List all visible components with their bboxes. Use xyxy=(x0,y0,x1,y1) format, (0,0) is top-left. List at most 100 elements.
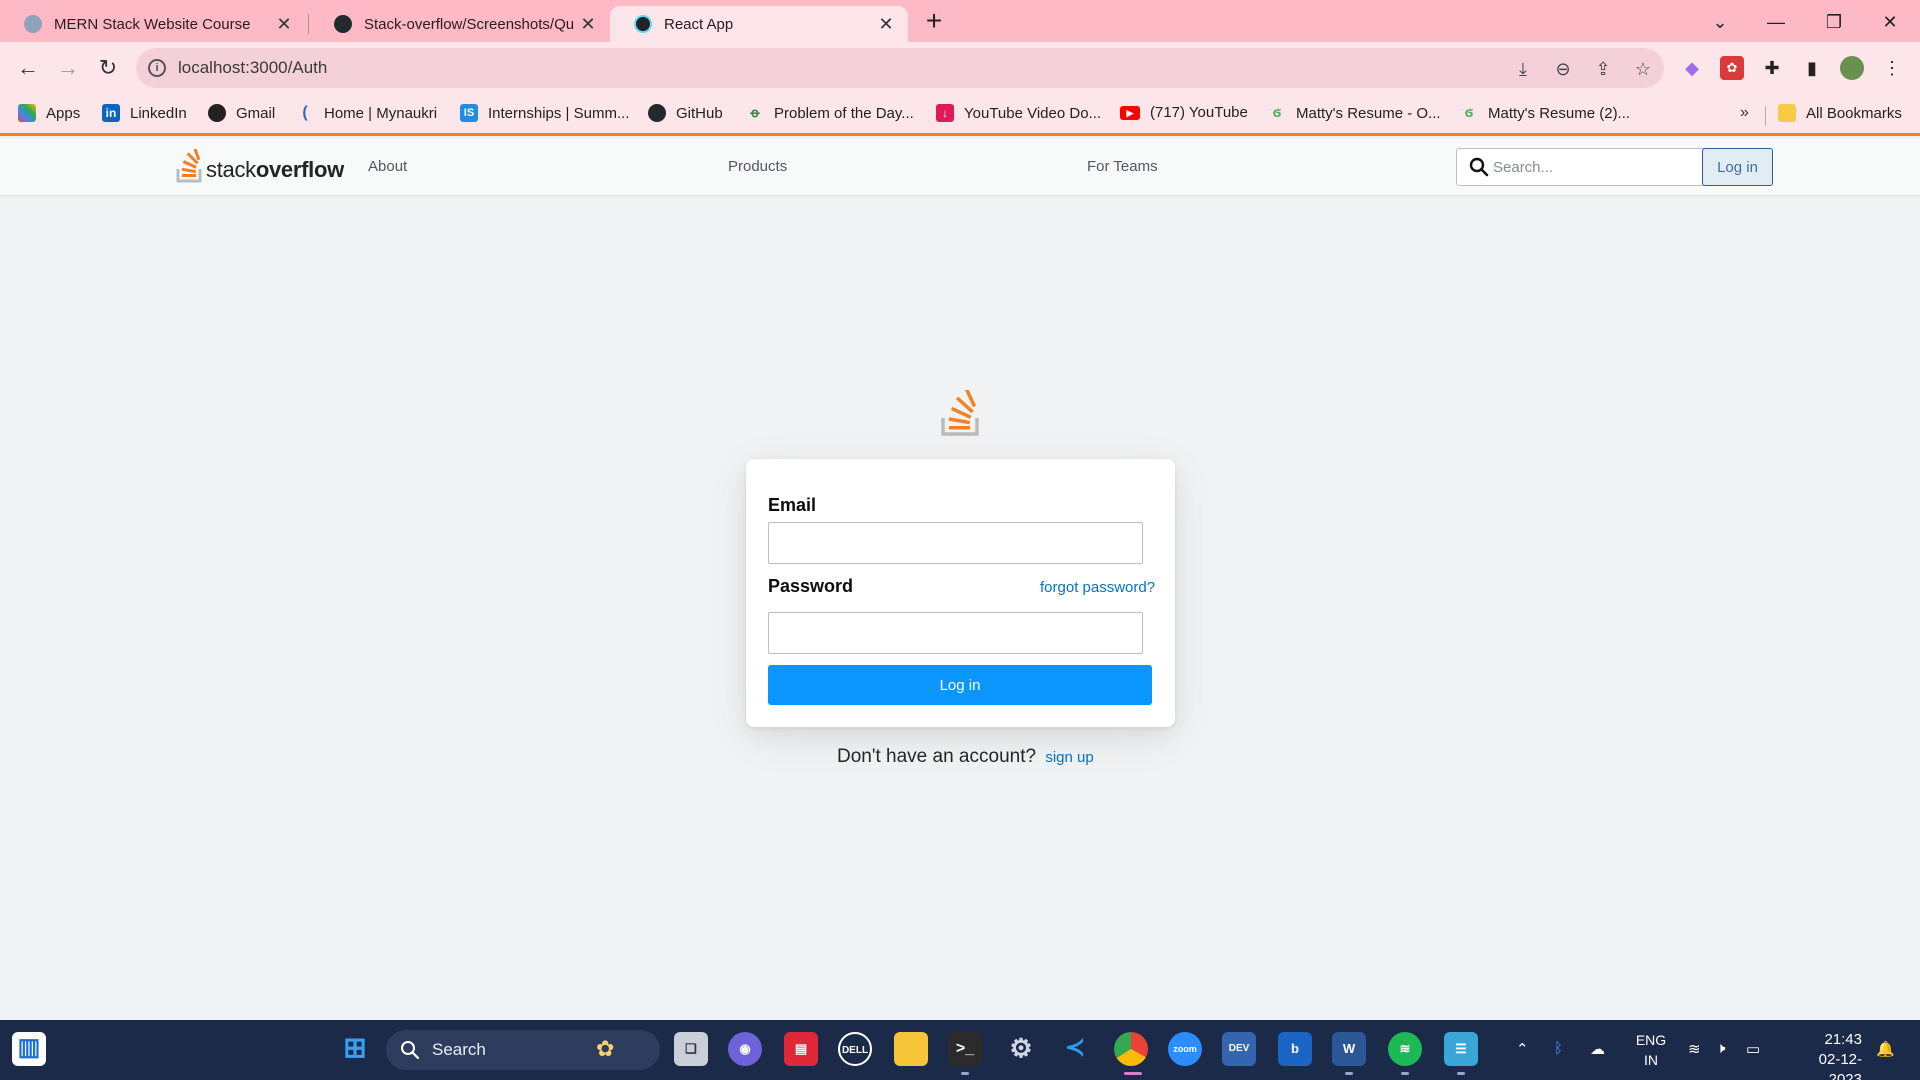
site-info-icon[interactable]: i xyxy=(148,59,166,77)
menu-kebab-icon[interactable]: ⋮ xyxy=(1880,56,1904,80)
forgot-password-link[interactable]: forgot password? xyxy=(1040,579,1155,596)
share-icon[interactable]: ⇪ xyxy=(1592,58,1614,80)
close-tab-icon[interactable]: ✕ xyxy=(274,14,294,35)
restore-icon[interactable]: ❐ xyxy=(1806,6,1862,38)
bookmark-internships[interactable]: IS Internships | Summ... xyxy=(460,104,629,122)
back-icon[interactable]: ← xyxy=(14,54,42,82)
show-hidden-icons-chevron[interactable]: ⌃ xyxy=(1516,1040,1529,1058)
new-tab-icon[interactable]: + xyxy=(918,6,950,38)
running-indicator xyxy=(961,1072,969,1075)
dell-icon[interactable]: DELL xyxy=(838,1032,872,1066)
folder-icon xyxy=(1778,104,1796,122)
reload-icon[interactable]: ↻ xyxy=(94,54,122,82)
address-url[interactable]: localhost:3000/Auth xyxy=(178,58,327,78)
bookmark-apps[interactable]: Apps xyxy=(18,104,80,122)
search-input[interactable] xyxy=(1493,155,1693,179)
spotify-icon[interactable]: ≋ xyxy=(1388,1032,1422,1066)
password-field[interactable] xyxy=(768,612,1143,654)
vscode-icon[interactable]: ≺ xyxy=(1058,1032,1092,1066)
widgets-icon[interactable]: ▥ xyxy=(12,1032,46,1066)
bookmark-mynaukri[interactable]: ( Home | Mynaukri xyxy=(296,104,437,122)
windows-start-icon[interactable]: ⊞ xyxy=(338,1032,372,1066)
youtube-icon: ▶ xyxy=(1120,105,1140,120)
bookmarks-divider xyxy=(1765,106,1766,126)
bookmark-youtube[interactable]: ▶ (717) YouTube xyxy=(1120,104,1248,121)
login-submit-button[interactable]: Log in xyxy=(768,665,1152,705)
bookmark-linkedin[interactable]: in LinkedIn xyxy=(102,104,187,122)
chat-icon[interactable]: ◉ xyxy=(728,1032,762,1066)
side-panel-icon[interactable]: ▮ xyxy=(1800,56,1824,80)
bluetooth-icon[interactable]: ᛒ xyxy=(1554,1040,1563,1057)
close-window-icon[interactable]: ✕ xyxy=(1862,6,1918,38)
tab-title: React App xyxy=(664,15,734,33)
notepad-icon[interactable]: ☰ xyxy=(1444,1032,1478,1066)
bookmark-label: Problem of the Day... xyxy=(774,104,914,122)
all-bookmarks[interactable]: All Bookmarks xyxy=(1778,104,1902,122)
minimize-icon[interactable]: — xyxy=(1748,6,1804,38)
no-account-text: Don't have an account? xyxy=(837,746,1037,767)
search-icon xyxy=(1469,157,1489,177)
close-tab-icon[interactable]: ✕ xyxy=(578,14,598,35)
close-tab-icon[interactable]: ✕ xyxy=(876,14,896,35)
stackoverflow-logo[interactable]: stackoverflow xyxy=(176,149,344,183)
wifi-icon[interactable]: ≋ xyxy=(1688,1040,1701,1058)
zoom-icon[interactable]: zoom xyxy=(1168,1032,1202,1066)
linkedin-icon: in xyxy=(102,104,120,122)
dev-app-icon[interactable]: DEV xyxy=(1222,1032,1256,1066)
resume-icon: ϭ xyxy=(1272,104,1282,121)
zoom-icon[interactable]: ⊖ xyxy=(1552,58,1574,80)
bookmark-github[interactable]: GitHub xyxy=(648,104,723,122)
task-view-icon[interactable]: ❏ xyxy=(674,1032,708,1066)
extensions-puzzle-icon[interactable]: ✚ xyxy=(1760,56,1784,80)
bookmark-resume-2[interactable]: ϭ Matty's Resume (2)... xyxy=(1460,104,1630,122)
signup-link[interactable]: sign up xyxy=(1045,749,1093,766)
react-icon xyxy=(634,15,652,33)
bookmark-gmail[interactable]: Gmail xyxy=(208,104,275,122)
bookmark-youtube-downloader[interactable]: ↓ YouTube Video Do... xyxy=(936,104,1101,122)
chrome-icon[interactable] xyxy=(1114,1032,1148,1066)
bookmark-resume-1[interactable]: ϭ Matty's Resume - O... xyxy=(1268,104,1441,122)
nav-link-for-teams[interactable]: For Teams xyxy=(1087,158,1158,175)
language-indicator[interactable]: ENG IN xyxy=(1634,1030,1668,1070)
extension-purple-icon[interactable]: ◆ xyxy=(1680,56,1704,80)
system-clock[interactable]: 21:43 02-12-2023 xyxy=(1788,1030,1862,1080)
extension-red-icon[interactable]: ✿ xyxy=(1720,56,1744,80)
file-explorer-icon[interactable] xyxy=(894,1032,928,1066)
notification-bell-icon[interactable]: 🔔 xyxy=(1876,1040,1895,1058)
bookmark-label: Matty's Resume - O... xyxy=(1296,104,1441,122)
bookmark-problem-of-day[interactable]: ꝋ Problem of the Day... xyxy=(746,104,914,122)
tab-mern-course[interactable]: MERN Stack Website Course ✕ xyxy=(0,6,306,42)
news-app-icon[interactable]: ▤ xyxy=(784,1032,818,1066)
tab-github-screenshots[interactable]: Stack-overflow/Screenshots/Qu ✕ xyxy=(310,6,610,42)
running-indicator xyxy=(1457,1072,1465,1075)
mynaukri-icon: ( xyxy=(302,104,308,121)
install-app-icon[interactable]: ⤓ xyxy=(1512,58,1534,80)
forward-icon[interactable]: → xyxy=(54,54,82,82)
terminal-icon[interactable]: >_ xyxy=(948,1032,982,1066)
profile-avatar[interactable] xyxy=(1840,56,1864,80)
stackoverflow-icon xyxy=(941,390,979,436)
bookmark-label: (717) YouTube xyxy=(1150,104,1248,121)
tab-search-chevron-icon[interactable]: ⌄ xyxy=(1692,6,1748,38)
internshala-icon: IS xyxy=(460,104,478,122)
volume-muted-icon[interactable]: 🕨 xyxy=(1716,1040,1725,1057)
battery-icon[interactable]: ▭ xyxy=(1746,1040,1760,1058)
apps-grid-icon xyxy=(18,104,36,122)
nav-link-about[interactable]: About xyxy=(368,158,407,175)
bookmark-label: GitHub xyxy=(676,104,723,122)
navbar-login-button[interactable]: Log in xyxy=(1702,148,1773,186)
email-field[interactable] xyxy=(768,522,1143,564)
bookmark-star-icon[interactable]: ☆ xyxy=(1632,58,1654,80)
word-icon[interactable]: W xyxy=(1332,1032,1366,1066)
onedrive-off-icon[interactable]: ☁ xyxy=(1590,1040,1605,1058)
nav-link-products[interactable]: Products xyxy=(728,158,787,175)
tab-react-app[interactable]: React App ✕ xyxy=(610,6,908,42)
more-bookmarks-chevron[interactable]: » xyxy=(1740,104,1749,122)
address-bar[interactable]: i localhost:3000/Auth ⤓ ⊖ ⇪ ☆ xyxy=(136,48,1664,88)
store-icon[interactable]: b xyxy=(1278,1032,1312,1066)
clock-time: 21:43 xyxy=(1824,1031,1862,1048)
settings-gear-icon[interactable]: ⚙ xyxy=(1004,1032,1038,1066)
taskbar-search[interactable]: Search ✿ xyxy=(386,1030,660,1070)
login-form-card: Email Password forgot password? Log in xyxy=(746,459,1175,727)
bookmark-label: Apps xyxy=(46,104,81,122)
